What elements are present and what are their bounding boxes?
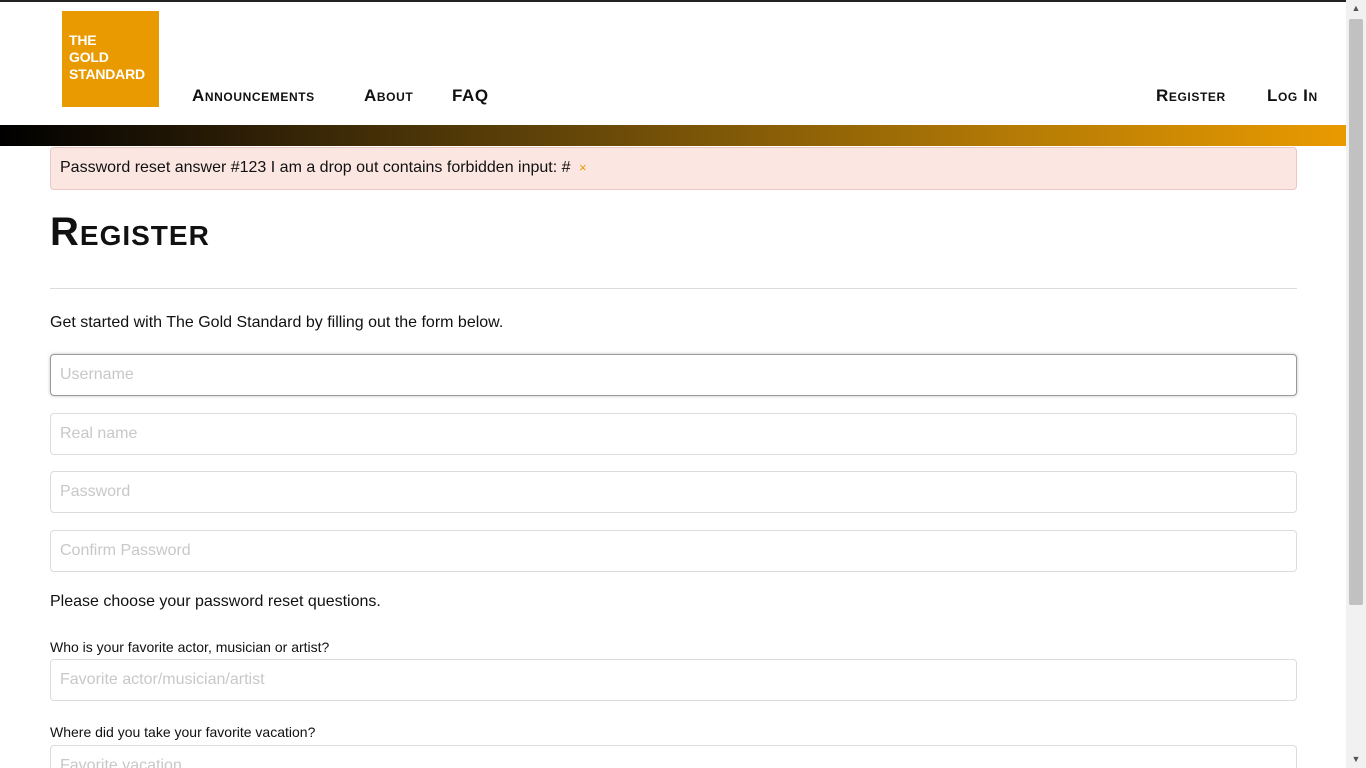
page: THE GOLD STANDARD Announcements About FA… (0, 2, 1346, 768)
intro-text: Get started with The Gold Standard by fi… (50, 314, 504, 331)
confirm-password-input[interactable] (50, 530, 1297, 572)
nav-announcements[interactable]: Announcements (192, 86, 315, 106)
nav-register[interactable]: Register (1156, 86, 1226, 106)
logo-line-2: GOLD (69, 49, 109, 65)
alert-message: Password reset answer #123 I am a drop o… (60, 159, 571, 176)
question-2-label: Where did you take your favorite vacatio… (50, 724, 316, 740)
vertical-scrollbar[interactable]: ▲ ▼ (1346, 0, 1366, 768)
realname-input[interactable] (50, 413, 1297, 455)
nav-about[interactable]: About (364, 86, 413, 106)
alert-close-icon[interactable]: × (579, 160, 587, 175)
nav-faq[interactable]: FAQ (452, 86, 489, 106)
header-gradient-bar (0, 125, 1346, 146)
scrollbar-thumb[interactable] (1349, 19, 1363, 605)
page-title: Register (50, 210, 210, 254)
nav-login[interactable]: Log In (1267, 86, 1318, 106)
title-divider (50, 288, 1297, 289)
favorite-vacation-input[interactable] (50, 745, 1297, 768)
site-logo[interactable]: THE GOLD STANDARD (62, 11, 159, 107)
question-1-label: Who is your favorite actor, musician or … (50, 639, 330, 655)
favorite-artist-input[interactable] (50, 659, 1297, 701)
password-input[interactable] (50, 471, 1297, 513)
reset-questions-intro: Please choose your password reset questi… (50, 593, 381, 610)
logo-line-3: STANDARD (69, 66, 145, 82)
logo-line-1: THE (69, 32, 97, 48)
scroll-down-icon[interactable]: ▼ (1346, 751, 1366, 768)
scroll-up-icon[interactable]: ▲ (1346, 0, 1366, 17)
username-input[interactable] (50, 354, 1297, 396)
error-alert: Password reset answer #123 I am a drop o… (50, 147, 1297, 190)
